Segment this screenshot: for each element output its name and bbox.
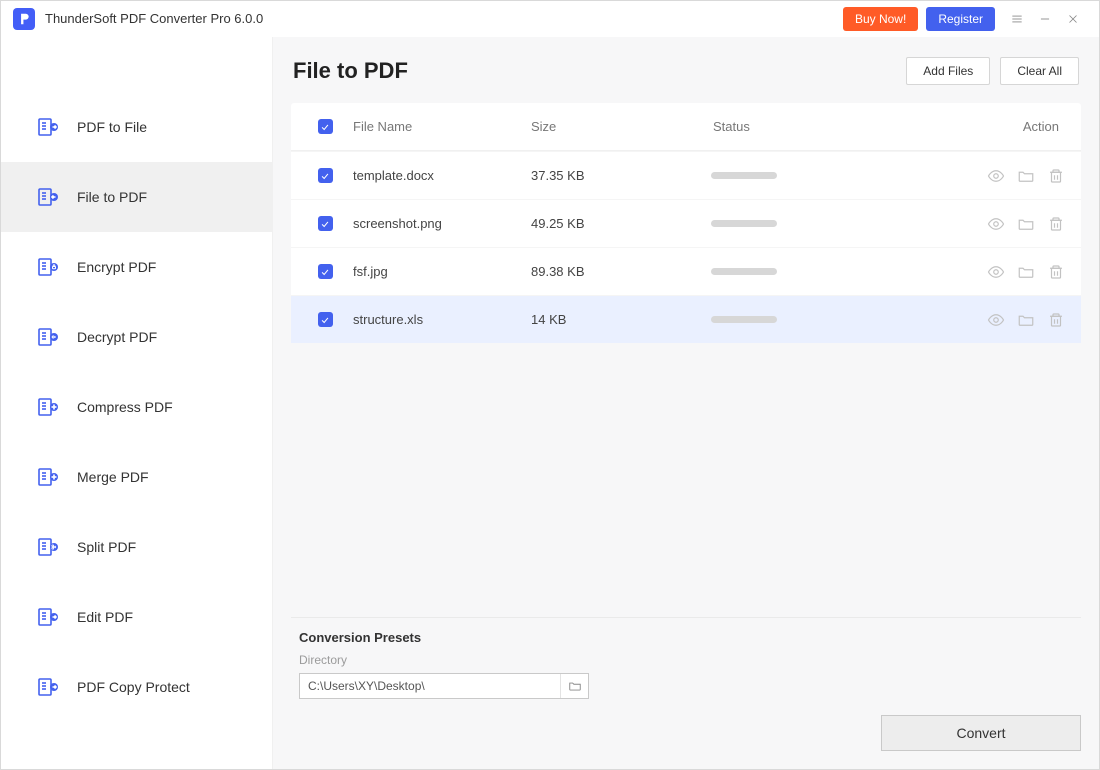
status-cell bbox=[711, 268, 911, 275]
edit-pdf-icon bbox=[35, 604, 61, 630]
encrypt-pdf-icon bbox=[35, 254, 61, 280]
table-row[interactable]: screenshot.png 49.25 KB bbox=[291, 199, 1081, 247]
row-checkbox[interactable] bbox=[318, 264, 333, 279]
merge-pdf-icon bbox=[35, 464, 61, 490]
table-row[interactable]: structure.xls 14 KB bbox=[291, 295, 1081, 343]
split-pdf-icon bbox=[35, 534, 61, 560]
row-checkbox[interactable] bbox=[318, 312, 333, 327]
delete-icon[interactable] bbox=[1047, 215, 1065, 233]
page-title: File to PDF bbox=[293, 58, 408, 84]
file-name-cell: structure.xls bbox=[353, 312, 531, 327]
add-files-button[interactable]: Add Files bbox=[906, 57, 990, 85]
decrypt-pdf-icon bbox=[35, 324, 61, 350]
file-name-cell: fsf.jpg bbox=[353, 264, 531, 279]
sidebar-item-pdf-copy-protect[interactable]: PDF Copy Protect bbox=[1, 652, 272, 722]
table-header-row: File Name Size Status Action bbox=[291, 103, 1081, 151]
register-button[interactable]: Register bbox=[926, 7, 995, 31]
sidebar-item-label: PDF to File bbox=[77, 119, 147, 135]
sidebar-item-label: Merge PDF bbox=[77, 469, 149, 485]
sidebar-item-merge-pdf[interactable]: Merge PDF bbox=[1, 442, 272, 512]
delete-icon[interactable] bbox=[1047, 311, 1065, 329]
convert-button[interactable]: Convert bbox=[881, 715, 1081, 751]
main-panel: File to PDF Add Files Clear All File Nam… bbox=[273, 37, 1099, 769]
directory-field bbox=[299, 673, 589, 699]
app-title: ThunderSoft PDF Converter Pro 6.0.0 bbox=[45, 11, 263, 26]
app-logo-icon bbox=[13, 8, 35, 30]
table-row[interactable]: template.docx 37.35 KB bbox=[291, 151, 1081, 199]
browse-directory-button[interactable] bbox=[560, 674, 588, 698]
table-row[interactable]: fsf.jpg 89.38 KB bbox=[291, 247, 1081, 295]
col-status: Status bbox=[711, 119, 911, 134]
status-bar bbox=[711, 268, 777, 275]
status-bar bbox=[711, 220, 777, 227]
sidebar-item-pdf-to-file[interactable]: PDF to File bbox=[1, 92, 272, 162]
sidebar-item-label: File to PDF bbox=[77, 189, 147, 205]
buy-now-button[interactable]: Buy Now! bbox=[843, 7, 918, 31]
title-bar: ThunderSoft PDF Converter Pro 6.0.0 Buy … bbox=[1, 1, 1099, 37]
row-checkbox[interactable] bbox=[318, 168, 333, 183]
open-folder-icon[interactable] bbox=[1017, 263, 1035, 281]
main-header: File to PDF Add Files Clear All bbox=[291, 57, 1081, 85]
file-size-cell: 49.25 KB bbox=[531, 216, 711, 231]
clear-all-button[interactable]: Clear All bbox=[1000, 57, 1079, 85]
sidebar-item-file-to-pdf[interactable]: File to PDF bbox=[1, 162, 272, 232]
file-table: File Name Size Status Action template.do… bbox=[291, 103, 1081, 343]
file-name-cell: template.docx bbox=[353, 168, 531, 183]
delete-icon[interactable] bbox=[1047, 263, 1065, 281]
sidebar: PDF to File File to PDF Encrypt PDF Decr… bbox=[1, 37, 273, 769]
sidebar-item-label: Decrypt PDF bbox=[77, 329, 157, 345]
preview-icon[interactable] bbox=[987, 167, 1005, 185]
select-all-checkbox[interactable] bbox=[318, 119, 333, 134]
directory-input[interactable] bbox=[300, 679, 560, 693]
col-size: Size bbox=[531, 119, 711, 134]
file-to-pdf-icon bbox=[35, 184, 61, 210]
status-bar bbox=[711, 316, 777, 323]
presets-title: Conversion Presets bbox=[299, 630, 1073, 645]
sidebar-item-decrypt-pdf[interactable]: Decrypt PDF bbox=[1, 302, 272, 372]
app-window: ThunderSoft PDF Converter Pro 6.0.0 Buy … bbox=[0, 0, 1100, 770]
file-size-cell: 37.35 KB bbox=[531, 168, 711, 183]
compress-pdf-icon bbox=[35, 394, 61, 420]
preview-icon[interactable] bbox=[987, 215, 1005, 233]
file-size-cell: 14 KB bbox=[531, 312, 711, 327]
pdf-copy-protect-icon bbox=[35, 674, 61, 700]
sidebar-item-label: Compress PDF bbox=[77, 399, 173, 415]
sidebar-item-split-pdf[interactable]: Split PDF bbox=[1, 512, 272, 582]
menu-icon[interactable] bbox=[1003, 5, 1031, 33]
sidebar-item-label: Edit PDF bbox=[77, 609, 133, 625]
sidebar-item-compress-pdf[interactable]: Compress PDF bbox=[1, 372, 272, 442]
sidebar-item-edit-pdf[interactable]: Edit PDF bbox=[1, 582, 272, 652]
close-icon[interactable] bbox=[1059, 5, 1087, 33]
status-cell bbox=[711, 172, 911, 179]
sidebar-item-encrypt-pdf[interactable]: Encrypt PDF bbox=[1, 232, 272, 302]
file-name-cell: screenshot.png bbox=[353, 216, 531, 231]
delete-icon[interactable] bbox=[1047, 167, 1065, 185]
status-bar bbox=[711, 172, 777, 179]
open-folder-icon[interactable] bbox=[1017, 215, 1035, 233]
col-file-name: File Name bbox=[353, 119, 531, 134]
open-folder-icon[interactable] bbox=[1017, 167, 1035, 185]
sidebar-item-label: Split PDF bbox=[77, 539, 136, 555]
col-action: Action bbox=[911, 119, 1071, 134]
minimize-icon[interactable] bbox=[1031, 5, 1059, 33]
row-checkbox[interactable] bbox=[318, 216, 333, 231]
preview-icon[interactable] bbox=[987, 263, 1005, 281]
file-size-cell: 89.38 KB bbox=[531, 264, 711, 279]
directory-label: Directory bbox=[299, 653, 1073, 667]
pdf-to-file-icon bbox=[35, 114, 61, 140]
open-folder-icon[interactable] bbox=[1017, 311, 1035, 329]
preview-icon[interactable] bbox=[987, 311, 1005, 329]
sidebar-item-label: PDF Copy Protect bbox=[77, 679, 190, 695]
status-cell bbox=[711, 220, 911, 227]
conversion-presets: Conversion Presets Directory bbox=[291, 617, 1081, 699]
sidebar-item-label: Encrypt PDF bbox=[77, 259, 156, 275]
status-cell bbox=[711, 316, 911, 323]
